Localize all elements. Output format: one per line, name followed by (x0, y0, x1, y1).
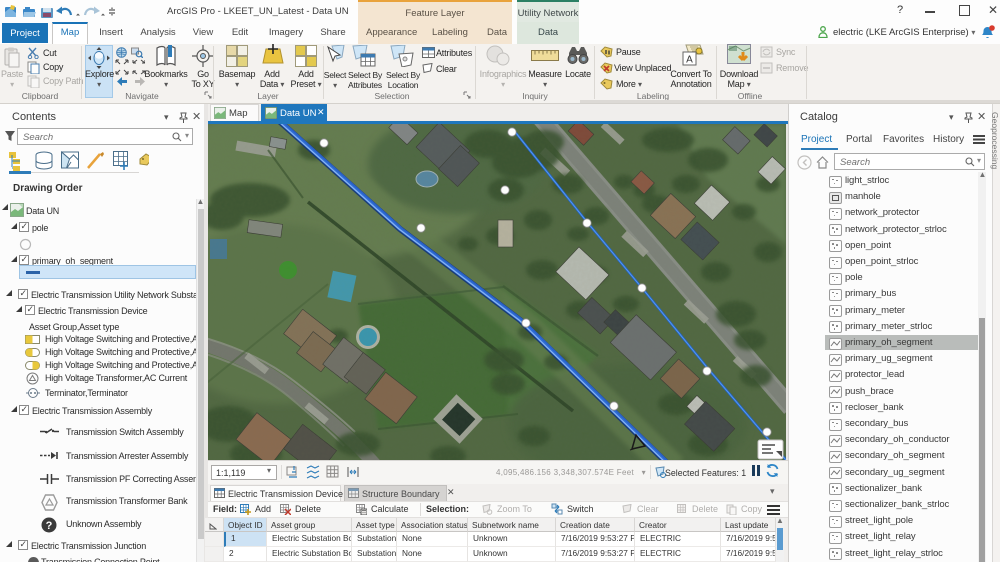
svg-text:A: A (686, 55, 693, 66)
svg-text:?: ? (46, 520, 53, 532)
